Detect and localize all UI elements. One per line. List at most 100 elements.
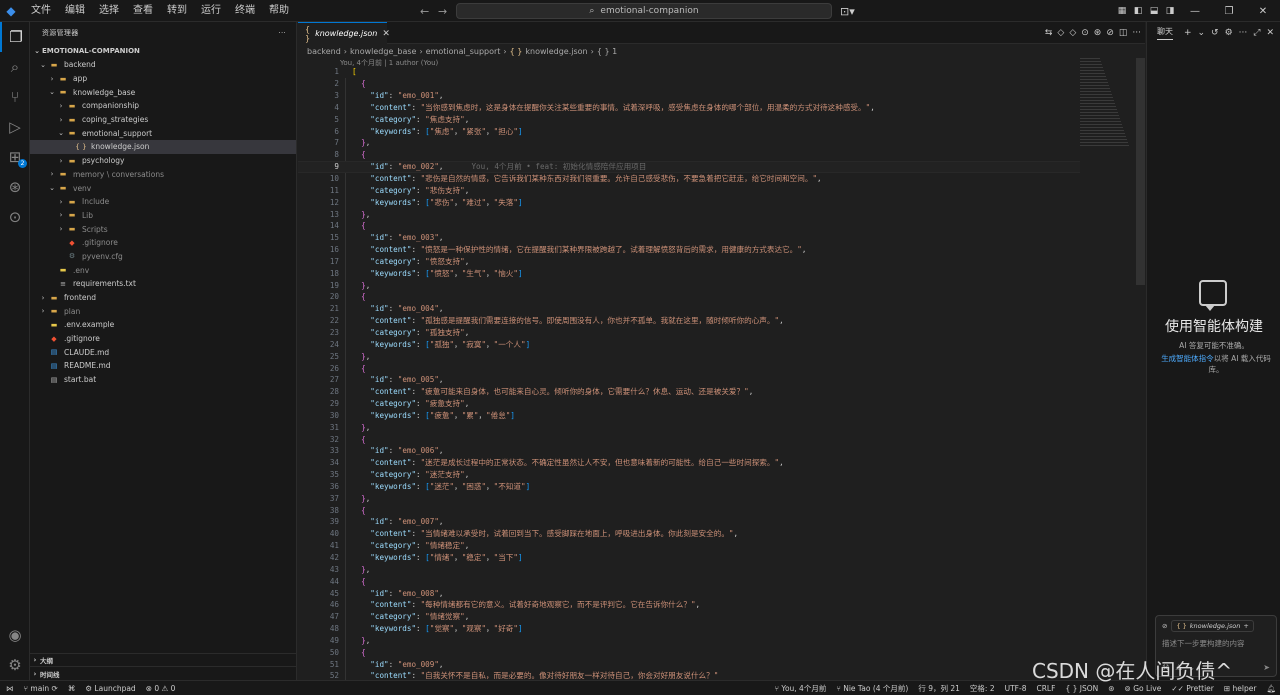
code-line[interactable]: 9 "id": "emo_002", You, 4个月前 • feat: 初始化情… <box>298 160 1080 173</box>
code-line[interactable]: 4 "content": "当你感到焦虑时，这是身体在提醒你关注某些重要的事情。… <box>298 102 1080 114</box>
breadcrumb-file[interactable]: knowledge.json <box>525 47 587 56</box>
code-line[interactable]: 43 }, <box>298 563 1080 575</box>
copilot-menu-icon[interactable]: ⊡▾ <box>840 0 855 22</box>
code-line[interactable]: 17 "category": "愤怒支持", <box>298 256 1080 268</box>
code-line[interactable]: 25 }, <box>298 350 1080 362</box>
code-line[interactable]: 41 "category": "情绪稳定", <box>298 540 1080 552</box>
send-icon[interactable]: ➤ <box>1263 663 1270 672</box>
code-line[interactable]: 30 "keywords": ["疲惫"，"累"，"倦怠"] <box>298 409 1080 421</box>
next-change-icon[interactable]: ◇ <box>1069 28 1076 38</box>
tree-item[interactable]: ◆ .gitignore <box>30 332 296 346</box>
code-line[interactable]: 11 "category": "悲伤支持", <box>298 184 1080 196</box>
compare-changes-icon[interactable]: ⇆ <box>1045 28 1053 38</box>
code-line[interactable]: 32 { <box>298 433 1080 445</box>
settings-gear-icon[interactable]: ⚙ <box>0 650 30 680</box>
more-actions-icon[interactable]: ··· <box>1239 28 1248 38</box>
code-line[interactable]: 45 "id": "emo_008", <box>298 587 1080 599</box>
command-center-search[interactable]: ⌕ emotional-companion <box>456 3 832 19</box>
code-line[interactable]: 42 "keywords": ["情绪"，"稳定"，"当下"] <box>298 552 1080 564</box>
tree-item[interactable]: › ▬ Scripts <box>30 222 296 236</box>
code-line[interactable]: 34 "content": "迷茫是成长过程中的正常状态。不确定性虽然让人不安，… <box>298 457 1080 469</box>
run-debug-icon[interactable]: ▷ <box>0 112 30 142</box>
code-line[interactable]: 47 "category": "情绪觉察", <box>298 611 1080 623</box>
code-line[interactable]: 10 "content": "悲伤是自然的情感，它告诉我们某种东西对我们很重要。… <box>298 173 1080 185</box>
indentation[interactable]: 空格: 2 <box>970 683 995 694</box>
explorer-icon[interactable]: ❐ <box>0 22 30 52</box>
code-line[interactable]: 5 "category": "焦虑支持", <box>298 113 1080 125</box>
chevron-down-icon[interactable]: ⌄ <box>1197 28 1205 38</box>
back-arrow-icon[interactable]: ← <box>420 5 429 18</box>
tab-knowledge-json[interactable]: { } knowledge.json ✕ <box>298 22 390 44</box>
tree-item[interactable]: ▬ .env <box>30 263 296 277</box>
split-editor-icon[interactable]: ◫ <box>1119 28 1128 38</box>
tree-item[interactable]: › ▬ Lib <box>30 209 296 223</box>
open-changes-icon[interactable]: ⊙ <box>1081 28 1089 38</box>
cursor-position[interactable]: 行 9，列 21 <box>918 683 960 694</box>
problems-item[interactable]: ⊗ 0 ⚠ 0 <box>146 684 176 693</box>
blame-icon[interactable]: ⊘ <box>1106 28 1114 38</box>
code-line[interactable]: 37 }, <box>298 492 1080 504</box>
code-line[interactable]: 14 { <box>298 220 1080 232</box>
more-editor-actions-icon[interactable]: ··· <box>1132 28 1141 38</box>
tree-item[interactable]: › ▬ companionship <box>30 99 296 113</box>
outline-section[interactable]: › 大纲 <box>30 652 296 667</box>
helper-item[interactable]: ⊞ helper <box>1224 684 1257 693</box>
remote-indicator-icon[interactable]: ⋈ <box>6 684 14 693</box>
close-tab-icon[interactable]: ✕ <box>382 29 390 39</box>
forward-arrow-icon[interactable]: → <box>438 5 447 18</box>
breadcrumb-symbol[interactable]: { } 1 <box>597 47 617 56</box>
code-line[interactable]: 6 "keywords": ["焦虑"，"紧张"，"担心"] <box>298 125 1080 137</box>
extensions-icon[interactable]: ⊞ 2 <box>0 142 30 172</box>
tree-item[interactable]: › ▬ plan <box>30 304 296 318</box>
toggle-sidebar-icon[interactable]: ◧ <box>1130 0 1146 22</box>
code-line[interactable]: 23 "category": "孤独支持", <box>298 327 1080 339</box>
tree-item[interactable]: ≡ requirements.txt <box>30 277 296 291</box>
layout-icon[interactable]: ▦ <box>1114 0 1130 22</box>
tree-item[interactable]: › ▬ frontend <box>30 291 296 305</box>
git-blame-status[interactable]: ⑂ You, 4个月前 <box>774 683 826 694</box>
menu-view[interactable]: 查看 <box>126 0 160 22</box>
code-line[interactable]: 27 "id": "emo_005", <box>298 374 1080 386</box>
code-line[interactable]: 51 "id": "emo_009", <box>298 658 1080 670</box>
breadcrumb-backend[interactable]: backend <box>307 47 341 56</box>
tree-item[interactable]: ⌄ ▬ emotional_support <box>30 126 296 140</box>
menu-run[interactable]: 运行 <box>194 0 228 22</box>
generate-instructions-link[interactable]: 生成智能体指令 <box>1161 354 1214 363</box>
tree-item[interactable]: › ▬ coping_strategies <box>30 113 296 127</box>
code-line[interactable]: 12 "keywords": ["悲伤"，"难过"，"失落"] <box>298 196 1080 208</box>
tree-item[interactable]: › ▬ psychology <box>30 154 296 168</box>
tree-item[interactable]: ◆ .gitignore <box>30 236 296 250</box>
breadcrumb-emotional-support[interactable]: emotional_support <box>426 47 501 56</box>
context-file-chip[interactable]: { } knowledge.json + <box>1171 620 1254 632</box>
code-line[interactable]: 18 "keywords": ["愤怒"，"生气"，"恼火"] <box>298 267 1080 279</box>
extension-status-icon[interactable]: ⌘ <box>68 684 76 693</box>
code-line[interactable]: 33 "id": "emo_006", <box>298 445 1080 457</box>
encoding[interactable]: UTF-8 <box>1005 684 1027 693</box>
code-line[interactable]: 39 "id": "emo_007", <box>298 516 1080 528</box>
add-context-icon[interactable]: + <box>1243 622 1248 630</box>
language-mode[interactable]: { } JSON <box>1065 684 1098 693</box>
menu-selection[interactable]: 选择 <box>92 0 126 22</box>
tree-item[interactable]: ▤ start.bat <box>30 373 296 387</box>
code-line[interactable]: 16 "content": "愤怒是一种保护性的情绪，它在提醒我们某种界限被跨越… <box>298 244 1080 256</box>
menu-file[interactable]: 文件 <box>24 0 58 22</box>
breadcrumb-knowledge-base[interactable]: knowledge_base <box>350 47 416 56</box>
tree-item[interactable]: { } knowledge.json <box>30 140 296 154</box>
code-line[interactable]: 7 }, <box>298 137 1080 149</box>
copilot-status-icon[interactable]: ⊛ <box>1108 684 1114 693</box>
menu-go[interactable]: 转到 <box>160 0 194 22</box>
tree-item[interactable]: › ▬ memory \ conversations <box>30 168 296 182</box>
account-icon[interactable]: ◉ <box>0 620 30 650</box>
close-window-icon[interactable]: ✕ <box>1246 0 1280 22</box>
code-line[interactable]: 15 "id": "emo_003", <box>298 232 1080 244</box>
code-line[interactable]: 26 { <box>298 362 1080 374</box>
author-status[interactable]: ⑂ Nie Tao (4 个月前) <box>836 683 908 694</box>
code-line[interactable]: 19 }, <box>298 279 1080 291</box>
code-line[interactable]: 29 "category": "疲惫支持", <box>298 398 1080 410</box>
code-line[interactable]: 52 "content": "自我关怀不是自私，而是必要的。像对待好朋友一样对待… <box>298 670 1080 680</box>
code-line[interactable]: 48 "keywords": ["觉察"，"观察"，"好奇"] <box>298 623 1080 635</box>
code-line[interactable]: 38 { <box>298 504 1080 516</box>
toggle-secondary-sidebar-icon[interactable]: ◨ <box>1162 0 1178 22</box>
code-line[interactable]: 8 { <box>298 149 1080 161</box>
more-actions-icon[interactable]: ··· <box>278 29 286 37</box>
